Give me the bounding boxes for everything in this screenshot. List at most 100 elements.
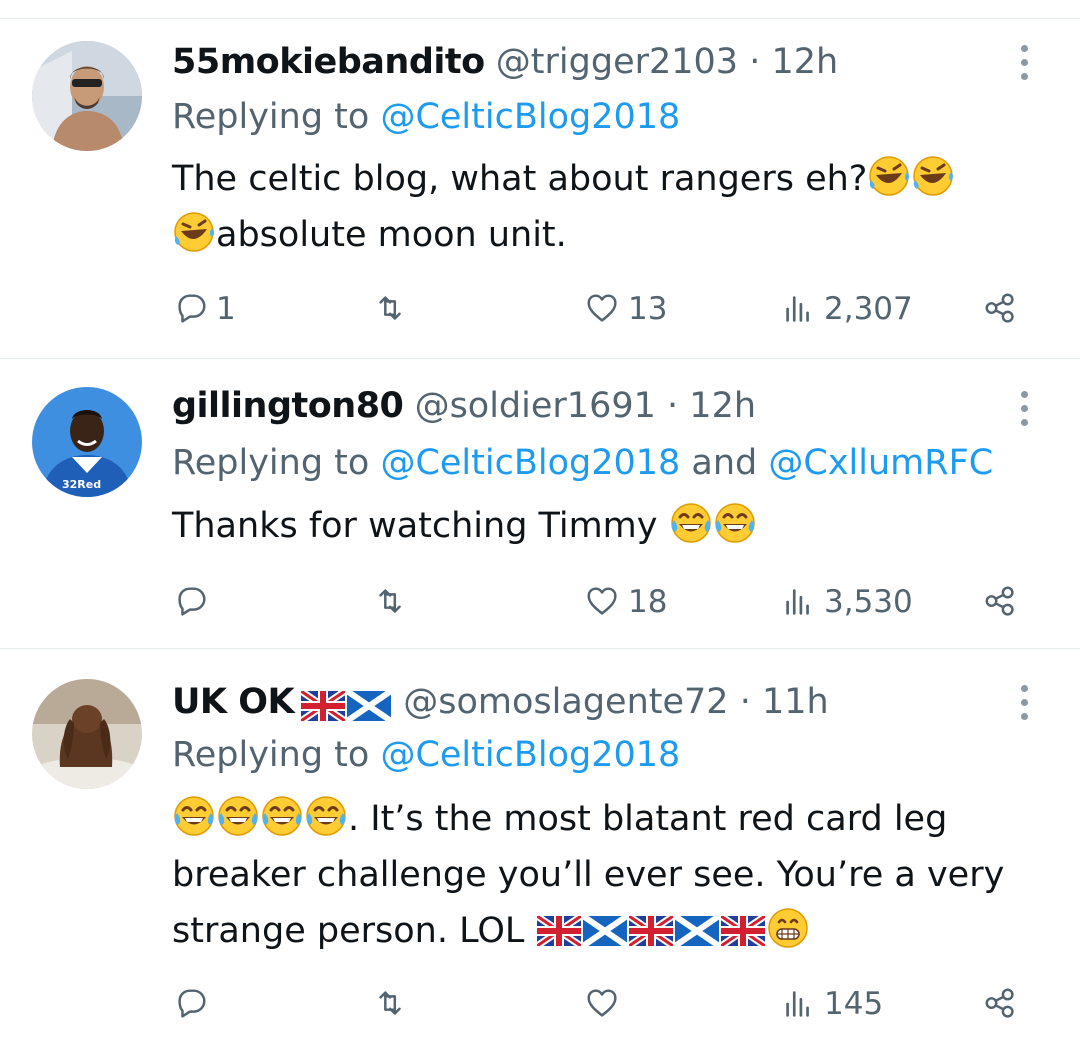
avatar[interactable] bbox=[32, 41, 142, 151]
tweet-text-line: The celtic blog, what about rangers eh? bbox=[172, 151, 1040, 207]
comment-icon bbox=[178, 989, 206, 1018]
tweet-header: 55mokiebandito @trigger2103 · 12h bbox=[172, 37, 1000, 87]
share-button[interactable] bbox=[982, 577, 1020, 627]
like-count: 18 bbox=[628, 584, 668, 620]
tears-of-joy-emoji-icon bbox=[261, 795, 303, 837]
comment-icon bbox=[178, 294, 206, 323]
uk-flag-icon bbox=[537, 916, 581, 946]
tweet-text-segment: absolute moon unit. bbox=[216, 215, 567, 255]
tweet-text: . It’s the most blatant red card leg bre… bbox=[172, 791, 1040, 959]
mention-link[interactable]: @CelticBlog2018 bbox=[380, 97, 680, 137]
tweet-text-segment: . It’s the most blatant red card leg bbox=[348, 799, 948, 839]
view-count: 3,530 bbox=[824, 584, 913, 620]
heart-icon bbox=[587, 294, 617, 322]
tweet-text-line: breaker challenge you’ll ever see. You’r… bbox=[172, 847, 1040, 903]
mention-link[interactable]: @CelticBlog2018 bbox=[380, 735, 680, 775]
retweet-button[interactable] bbox=[372, 577, 410, 627]
retweet-icon bbox=[379, 589, 401, 613]
views-button[interactable]: 3,530 bbox=[780, 577, 913, 627]
views-button[interactable]: 2,307 bbox=[780, 284, 913, 334]
tears-of-joy-emoji-icon bbox=[713, 502, 756, 544]
replying-to-and: and bbox=[680, 443, 769, 483]
tweet-header: gillington80 @soldier1691 · 12h bbox=[172, 381, 1000, 431]
views-icon bbox=[786, 296, 809, 322]
like-button[interactable] bbox=[584, 979, 628, 1029]
like-button[interactable]: 18 bbox=[584, 577, 667, 627]
replying-to-prefix: Replying to bbox=[172, 443, 381, 483]
tweet-actions: 145 bbox=[172, 979, 1032, 1029]
share-button[interactable] bbox=[982, 284, 1020, 334]
tweet-actions: 1 13 2,307 bbox=[172, 284, 1032, 334]
tweet-2[interactable]: 32Red gillington80 @soldier1691 · 12h Re… bbox=[0, 359, 1080, 649]
replying-to: Replying to @CelticBlog2018 bbox=[172, 92, 1050, 142]
name-flags bbox=[300, 681, 392, 731]
view-count: 2,307 bbox=[824, 291, 913, 327]
uk-flag-icon bbox=[721, 916, 765, 946]
views-icon bbox=[786, 991, 809, 1017]
reply-button[interactable]: 1 bbox=[172, 284, 236, 334]
tweet-text-line: . It’s the most blatant red card leg bbox=[172, 791, 1040, 847]
like-count: 13 bbox=[628, 291, 668, 327]
grinning-emoji-icon bbox=[767, 907, 808, 949]
uk-flag-icon bbox=[629, 916, 673, 946]
tweet-3[interactable]: UK OK @somoslagente72 · 11h Replying to … bbox=[0, 649, 1080, 1049]
separator-dot: · bbox=[667, 386, 679, 426]
timestamp[interactable]: 12h bbox=[771, 42, 838, 82]
rofl-emoji-icon bbox=[868, 155, 911, 197]
share-button[interactable] bbox=[982, 979, 1020, 1029]
separator-dot: · bbox=[739, 682, 751, 722]
tears-of-joy-emoji-icon bbox=[217, 795, 259, 837]
user-handle[interactable]: @somoslagente72 bbox=[403, 682, 728, 722]
user-handle[interactable]: @trigger2103 bbox=[496, 42, 738, 82]
tweet-text-segment: The celtic blog, what about rangers eh? bbox=[172, 159, 868, 199]
more-options-icon[interactable] bbox=[1012, 677, 1036, 727]
tweet-header: UK OK @somoslagente72 · 11h bbox=[172, 677, 1000, 727]
more-options-icon[interactable] bbox=[1012, 383, 1036, 433]
tweet-text-segment: Thanks for watching Timmy bbox=[172, 506, 669, 546]
display-name[interactable]: UK OK bbox=[172, 682, 295, 722]
share-icon bbox=[985, 293, 1014, 323]
tweet-1[interactable]: 55mokiebandito @trigger2103 · 12h Replyi… bbox=[0, 19, 1080, 359]
tweet-text: The celtic blog, what about rangers eh? … bbox=[172, 151, 1040, 263]
reply-button[interactable] bbox=[172, 979, 216, 1029]
replying-to: Replying to @CelticBlog2018 bbox=[172, 730, 1050, 780]
views-button[interactable]: 145 bbox=[780, 979, 883, 1029]
separator-dot: · bbox=[749, 42, 761, 82]
timestamp[interactable]: 11h bbox=[762, 682, 829, 722]
reply-count: 1 bbox=[216, 291, 236, 327]
tweet-text-line: absolute moon unit. bbox=[172, 207, 1040, 263]
avatar[interactable] bbox=[32, 679, 142, 789]
timestamp[interactable]: 12h bbox=[689, 386, 756, 426]
rofl-emoji-icon bbox=[912, 155, 955, 197]
heart-icon bbox=[587, 989, 617, 1017]
user-handle[interactable]: @soldier1691 bbox=[415, 386, 656, 426]
scotland-flag-icon bbox=[583, 916, 627, 946]
display-name[interactable]: 55mokiebandito bbox=[172, 42, 485, 82]
replying-to-prefix: Replying to bbox=[172, 735, 381, 775]
tears-of-joy-emoji-icon bbox=[669, 502, 712, 544]
heart-icon bbox=[587, 587, 617, 615]
scotland-flag-icon bbox=[675, 916, 719, 946]
tears-of-joy-emoji-icon bbox=[173, 795, 215, 837]
display-name[interactable]: gillington80 bbox=[172, 386, 404, 426]
comment-icon bbox=[178, 587, 206, 616]
avatar-sponsor-text: 32Red bbox=[62, 478, 101, 491]
like-button[interactable]: 13 bbox=[584, 284, 667, 334]
tweet-text: Thanks for watching Timmy bbox=[172, 498, 1040, 554]
reply-button[interactable] bbox=[172, 577, 216, 627]
mention-link[interactable]: @CxllumRFC bbox=[768, 443, 993, 483]
views-icon bbox=[786, 589, 809, 615]
avatar[interactable]: 32Red bbox=[32, 387, 142, 497]
tweet-text-segment: strange person. LOL bbox=[172, 911, 536, 951]
rofl-emoji-icon bbox=[173, 211, 216, 253]
uk-flag-icon bbox=[301, 691, 345, 721]
share-icon bbox=[985, 988, 1014, 1018]
more-options-icon[interactable] bbox=[1012, 37, 1036, 87]
share-icon bbox=[985, 586, 1014, 616]
tweet-text-line: Thanks for watching Timmy bbox=[172, 498, 1040, 554]
retweet-button[interactable] bbox=[372, 284, 410, 334]
view-count: 145 bbox=[824, 986, 884, 1022]
retweet-button[interactable] bbox=[372, 979, 410, 1029]
mention-link[interactable]: @CelticBlog2018 bbox=[380, 443, 680, 483]
tears-of-joy-emoji-icon bbox=[305, 795, 347, 837]
